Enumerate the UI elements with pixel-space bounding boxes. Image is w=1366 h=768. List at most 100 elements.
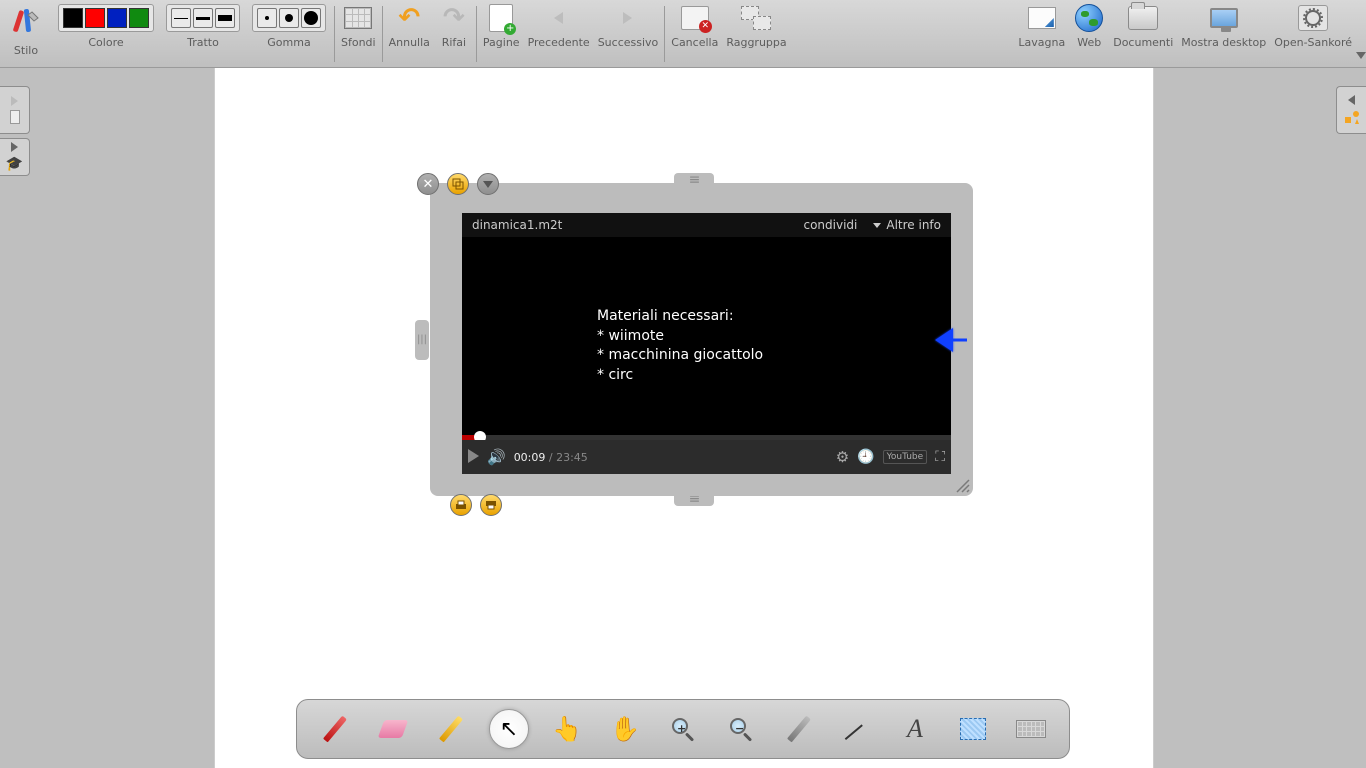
globe-icon bbox=[1075, 4, 1103, 32]
volume-button[interactable]: 🔊 bbox=[487, 448, 506, 466]
text-tool[interactable]: A bbox=[895, 709, 935, 749]
stroke-medium[interactable] bbox=[193, 8, 213, 28]
stylus-label: Stilo bbox=[14, 44, 38, 57]
interact-tool[interactable]: 👆 bbox=[547, 709, 587, 749]
layer-down-icon bbox=[455, 499, 467, 511]
color-label: Colore bbox=[88, 36, 123, 49]
widget-close-button[interactable]: ✕ bbox=[417, 173, 439, 195]
left-panel-handle-1[interactable] bbox=[0, 86, 30, 134]
close-icon: ✕ bbox=[423, 177, 434, 192]
next-button[interactable]: Successivo bbox=[594, 0, 663, 51]
divider bbox=[664, 6, 665, 62]
youtube-logo[interactable]: YouTube bbox=[883, 450, 928, 464]
group-icon bbox=[741, 6, 771, 30]
laser-tool[interactable] bbox=[779, 709, 819, 749]
fullscreen-button[interactable]: ⛶ bbox=[935, 449, 945, 465]
stylus-group: Stilo bbox=[0, 0, 52, 67]
zoom-in-tool[interactable]: + bbox=[663, 709, 703, 749]
show-desktop-button[interactable]: Mostra desktop bbox=[1177, 0, 1270, 51]
widget-menu-button[interactable] bbox=[477, 173, 499, 195]
chevron-right-icon bbox=[11, 96, 18, 106]
eraser-large[interactable] bbox=[301, 8, 321, 28]
video-text-heading: Materiali necessari: bbox=[597, 307, 951, 327]
play-icon bbox=[468, 449, 479, 463]
shapes-icon bbox=[1344, 109, 1360, 125]
eraser-group: Gomma bbox=[246, 0, 332, 67]
chevron-down-icon bbox=[483, 181, 493, 188]
watch-later-button[interactable]: 🕘 bbox=[857, 449, 874, 465]
left-panel-handle-2[interactable]: 🎓 bbox=[0, 138, 30, 176]
undo-icon: ↶ bbox=[398, 3, 420, 33]
group-label: Raggruppa bbox=[726, 36, 786, 49]
open-sankore-dropdown[interactable] bbox=[1356, 0, 1366, 67]
pen-icon bbox=[323, 716, 347, 743]
stroke-label: Tratto bbox=[187, 36, 219, 49]
video-title: dinamica1.m2t bbox=[472, 218, 562, 232]
marker-icon bbox=[439, 716, 463, 743]
documents-button[interactable]: Documenti bbox=[1109, 0, 1177, 51]
previous-button[interactable]: Precedente bbox=[524, 0, 594, 51]
stroke-thin[interactable] bbox=[171, 8, 191, 28]
selector-tool[interactable]: ↖ bbox=[489, 709, 529, 749]
group-button[interactable]: Raggruppa bbox=[722, 0, 790, 51]
layer-down-button[interactable] bbox=[450, 494, 472, 516]
color-black[interactable] bbox=[63, 8, 83, 28]
grid-icon bbox=[344, 7, 372, 29]
stroke-thick[interactable] bbox=[215, 8, 235, 28]
eraser-label: Gomma bbox=[267, 36, 310, 49]
undo-button[interactable]: ↶ Annulla bbox=[385, 0, 434, 51]
web-button[interactable]: Web bbox=[1069, 0, 1109, 51]
widget-frame[interactable]: dinamica1.m2t condividi Altre info Mater… bbox=[430, 183, 973, 496]
eraser-swatches bbox=[252, 4, 326, 32]
color-red[interactable] bbox=[85, 8, 105, 28]
stylus-button[interactable] bbox=[6, 4, 46, 40]
open-sankore-button[interactable]: Open-Sankoré bbox=[1270, 0, 1356, 51]
erase-button[interactable]: Cancella bbox=[667, 0, 722, 51]
pen-tool[interactable] bbox=[315, 709, 355, 749]
color-swatches bbox=[58, 4, 154, 32]
redo-button[interactable]: ↷ Rifai bbox=[434, 0, 474, 51]
graduation-cap-icon: 🎓 bbox=[6, 156, 23, 172]
page-icon: + bbox=[489, 4, 513, 32]
next-label: Successivo bbox=[598, 36, 659, 49]
backgrounds-button[interactable]: Sfondi bbox=[337, 0, 380, 51]
color-blue[interactable] bbox=[107, 8, 127, 28]
grip-icon: ||| bbox=[417, 338, 427, 341]
line-tool[interactable] bbox=[837, 709, 877, 749]
resize-left-handle[interactable]: ||| bbox=[415, 320, 429, 360]
hand-tool[interactable]: ✋ bbox=[605, 709, 645, 749]
layer-up-button[interactable] bbox=[480, 494, 502, 516]
right-margin bbox=[1154, 68, 1366, 768]
video-share-link[interactable]: condividi bbox=[803, 218, 857, 232]
marker-tool[interactable] bbox=[431, 709, 471, 749]
play-button[interactable] bbox=[468, 449, 479, 466]
pages-thumb-icon bbox=[10, 110, 20, 124]
gear-icon bbox=[1298, 5, 1328, 31]
cursor-icon: ↖ bbox=[500, 717, 518, 742]
right-panel-handle[interactable] bbox=[1336, 86, 1366, 134]
video-more-info-link[interactable]: Altre info bbox=[873, 218, 941, 232]
text-icon: A bbox=[907, 714, 923, 744]
redo-label: Rifai bbox=[442, 36, 466, 49]
settings-button[interactable]: ⚙ bbox=[836, 448, 849, 466]
duplicate-icon bbox=[452, 178, 464, 190]
zoom-out-tool[interactable]: − bbox=[721, 709, 761, 749]
board-label: Lavagna bbox=[1018, 36, 1065, 49]
capture-tool[interactable] bbox=[953, 709, 993, 749]
board-button[interactable]: Lavagna bbox=[1014, 0, 1069, 51]
resize-corner-icon[interactable] bbox=[955, 478, 971, 494]
video-total-time: 23:45 bbox=[556, 451, 588, 464]
widget-top-actions: ✕ bbox=[417, 173, 499, 195]
layer-up-icon bbox=[485, 499, 497, 511]
eraser-tool[interactable] bbox=[373, 709, 413, 749]
virtual-keyboard-tool[interactable] bbox=[1011, 709, 1051, 749]
blue-pointer-stem bbox=[951, 338, 967, 341]
eraser-medium[interactable] bbox=[279, 8, 299, 28]
widget-duplicate-button[interactable] bbox=[447, 173, 469, 195]
eraser-small[interactable] bbox=[257, 8, 277, 28]
pages-button[interactable]: + Pagine bbox=[479, 0, 524, 51]
web-label: Web bbox=[1077, 36, 1101, 49]
erase-label: Cancella bbox=[671, 36, 718, 49]
color-green[interactable] bbox=[129, 8, 149, 28]
video-text-line: * wiimote bbox=[597, 327, 951, 347]
